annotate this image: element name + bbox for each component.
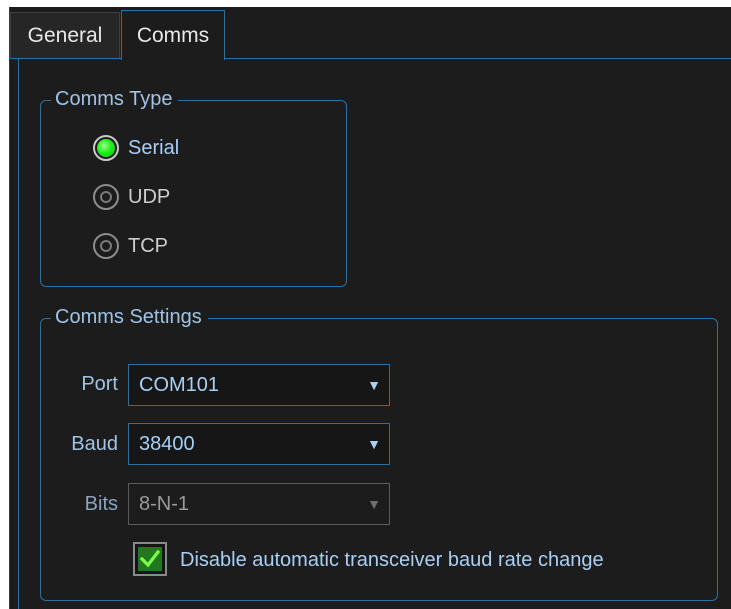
- radio-serial-label: Serial: [128, 137, 180, 159]
- radio-unselected-icon[interactable]: [93, 184, 119, 210]
- chevron-down-icon[interactable]: ▼: [367, 424, 381, 464]
- radio-udp[interactable]: UDP: [93, 183, 170, 211]
- port-select[interactable]: COM101 ▼: [128, 364, 390, 406]
- port-value: COM101: [139, 374, 220, 396]
- baud-select[interactable]: 38400 ▼: [128, 423, 390, 465]
- bits-value: 8-N-1: [139, 493, 190, 515]
- radio-selected-icon[interactable]: [93, 135, 119, 161]
- comms-type-group: Comms Type: [40, 86, 347, 287]
- tab-comms[interactable]: Comms: [121, 10, 225, 60]
- disable-baud-change-label[interactable]: Disable automatic transceiver baud rate …: [180, 546, 604, 574]
- comms-type-title: Comms Type: [51, 86, 179, 112]
- chevron-down-icon[interactable]: ▼: [367, 365, 381, 405]
- radio-serial[interactable]: Serial: [93, 134, 179, 162]
- radio-tcp[interactable]: TCP: [93, 232, 168, 260]
- checkmark-icon: [138, 547, 162, 571]
- radio-udp-label: UDP: [128, 186, 171, 208]
- comms-settings-title: Comms Settings: [51, 304, 208, 330]
- disable-baud-change-checkbox[interactable]: [133, 542, 167, 576]
- baud-label: Baud: [71, 433, 118, 455]
- radio-unselected-icon[interactable]: [93, 233, 119, 259]
- tab-general[interactable]: General: [10, 12, 120, 58]
- bits-select: 8-N-1 ▼: [128, 483, 390, 525]
- bits-label: Bits: [84, 493, 118, 515]
- chevron-down-icon: ▼: [367, 496, 381, 512]
- active-tab-joint: [122, 58, 224, 60]
- baud-value: 38400: [139, 433, 195, 455]
- port-label: Port: [81, 373, 118, 395]
- screen: General Comms Comms Type Serial UDP TCP …: [0, 0, 731, 609]
- radio-tcp-label: TCP: [128, 235, 168, 257]
